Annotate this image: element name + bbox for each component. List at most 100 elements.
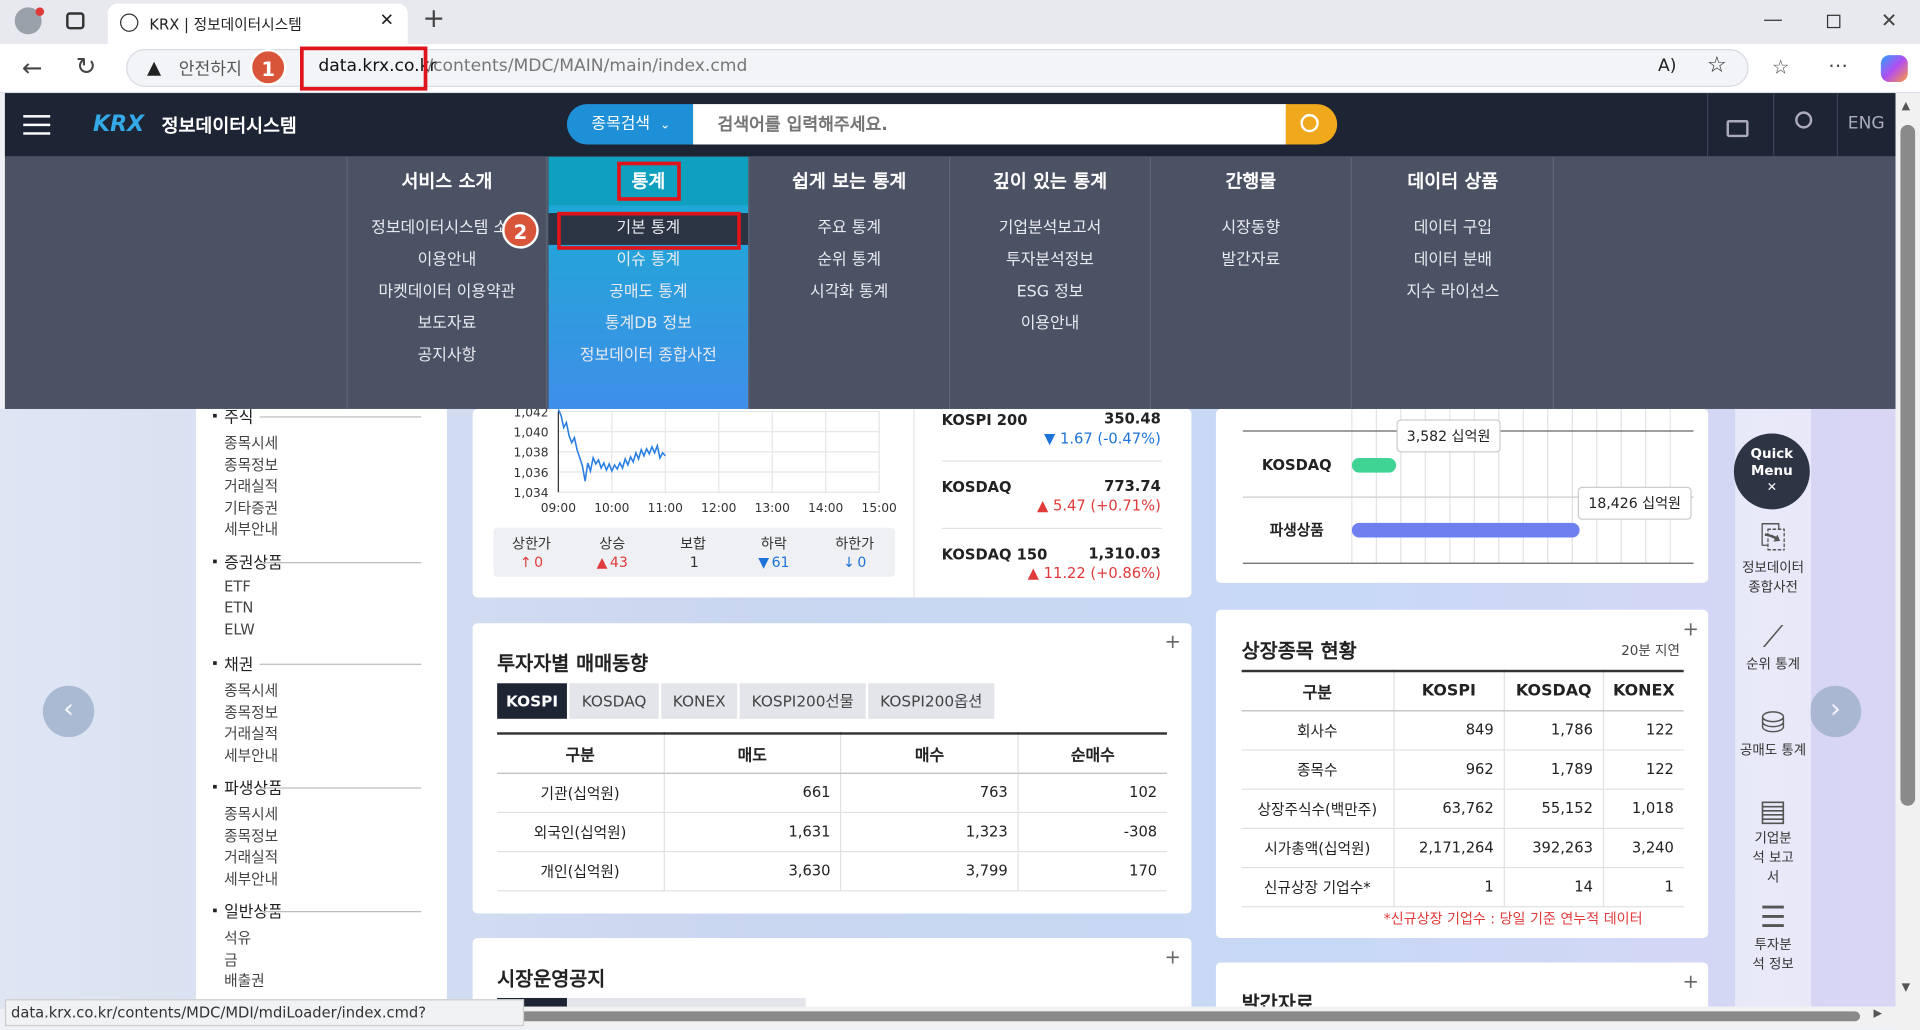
- gnb-item-usage-guide[interactable]: 이용안내: [348, 245, 546, 277]
- tab-actions-icon[interactable]: [66, 12, 85, 30]
- gnb-item-key-stats[interactable]: 주요 통계: [749, 213, 949, 245]
- left-menu-item[interactable]: 거래실적: [224, 475, 278, 496]
- scroll-right-icon[interactable]: ▶: [1873, 1008, 1881, 1020]
- gnb-item-deep-guide[interactable]: 이용안내: [950, 309, 1150, 341]
- gnb-item-data-purchase[interactable]: 데이터 구입: [1353, 213, 1553, 245]
- scroll-up-icon[interactable]: ▲: [1902, 100, 1910, 112]
- left-menu-item[interactable]: 배출권: [224, 970, 265, 991]
- search-input[interactable]: [693, 104, 1287, 145]
- more-menu-icon[interactable]: ⋯: [1828, 54, 1848, 78]
- cell: 1: [1603, 866, 1684, 907]
- copilot-icon[interactable]: [1880, 55, 1908, 83]
- next-slide-button[interactable]: ›: [1809, 685, 1862, 738]
- user-add-icon[interactable]: [1795, 111, 1813, 129]
- search-type-select[interactable]: 종목검색 ⌄: [566, 104, 694, 145]
- gnb-item-statdb[interactable]: 통계DB 정보: [549, 309, 749, 341]
- index-value: 1,310.03: [1088, 544, 1161, 563]
- cell: 55,152: [1504, 788, 1604, 829]
- left-menu-item[interactable]: 거래실적: [224, 846, 278, 867]
- scroll-thumb[interactable]: [1900, 124, 1916, 806]
- investor-table: 구분 매도 매수 순매수 기관(십억원) 661 763 102 외국인(십억원…: [497, 732, 1167, 891]
- tab-kospi200-options[interactable]: KOSPI200옵션: [868, 683, 995, 719]
- left-menu-item[interactable]: ELW: [224, 620, 255, 637]
- gnb-item-terms[interactable]: 마켓데이터 이용약관: [348, 277, 546, 309]
- gnb-col-pubs: 간행물 시장동향 발간자료: [1151, 156, 1352, 409]
- left-menu-category[interactable]: 채권: [224, 651, 253, 674]
- gnb-item-company-report[interactable]: 기업분석보고서: [950, 213, 1150, 245]
- vertical-scrollbar[interactable]: ▲ ▼: [1895, 93, 1920, 1030]
- updown-count: 0: [534, 553, 544, 571]
- krx-logo[interactable]: KRX: [93, 111, 144, 137]
- left-menu-item[interactable]: 금: [224, 948, 238, 969]
- category-divider: [259, 561, 422, 563]
- cart-lock-icon[interactable]: [1726, 120, 1749, 138]
- index-name[interactable]: KOSDAQ: [942, 479, 1012, 496]
- back-icon[interactable]: ←: [22, 55, 43, 79]
- quick-menu-button[interactable]: Quick Menu ✕: [1733, 433, 1810, 510]
- gnb-item-short-selling[interactable]: 공매도 통계: [549, 277, 749, 309]
- left-menu-category[interactable]: 주식: [224, 404, 253, 427]
- left-menu-item[interactable]: 종목정보: [224, 701, 278, 722]
- left-menu-item[interactable]: 석유: [224, 927, 251, 948]
- scroll-down-icon[interactable]: ▼: [1902, 982, 1910, 994]
- tab-kospi[interactable]: KOSPI: [497, 683, 567, 719]
- tab-kospi200-futures[interactable]: KOSPI200선물: [739, 683, 866, 719]
- left-menu-item[interactable]: 세부안내: [224, 744, 278, 765]
- favorite-star-icon[interactable]: ☆: [1707, 53, 1727, 79]
- left-menu-item[interactable]: 종목정보: [224, 825, 278, 846]
- read-aloud-icon[interactable]: A): [1658, 56, 1676, 76]
- quick-item-company-report[interactable]: ▤ 기업분석 보고서: [1736, 793, 1809, 886]
- minimize-icon[interactable]: —: [1763, 7, 1783, 31]
- investor-more-button[interactable]: +: [1164, 629, 1180, 652]
- left-menu-item[interactable]: ETF: [224, 577, 251, 594]
- gnb-item-invest-info[interactable]: 투자분석정보: [950, 245, 1150, 277]
- gnb-head-pubs[interactable]: 간행물: [1151, 157, 1351, 206]
- left-menu-item[interactable]: 기타증권: [224, 497, 278, 518]
- left-menu-item[interactable]: 종목시세: [224, 680, 278, 701]
- gnb-item-data-distribution[interactable]: 데이터 분배: [1353, 245, 1553, 277]
- left-menu-item[interactable]: 종목정보: [224, 454, 278, 475]
- restore-icon[interactable]: [1826, 14, 1841, 29]
- gnb-head-service[interactable]: 서비스 소개: [348, 157, 546, 206]
- row-label: 회사수: [1241, 710, 1395, 751]
- prev-slide-button[interactable]: ‹: [42, 685, 95, 738]
- gnb-item-market-trend[interactable]: 시장동향: [1151, 213, 1351, 245]
- site-name[interactable]: 정보데이터시스템: [162, 113, 297, 139]
- gnb-item-dictionary[interactable]: 정보데이터 종합사전: [549, 340, 749, 372]
- gnb-item-index-license[interactable]: 지수 라이선스: [1353, 277, 1553, 309]
- publications-more-button[interactable]: +: [1682, 970, 1698, 993]
- gnb-head-deep[interactable]: 깊이 있는 통계: [950, 157, 1150, 206]
- quick-item-dictionary[interactable]: ⎘ 정보데이터 종합사전: [1736, 519, 1809, 596]
- left-menu-item[interactable]: 종목시세: [224, 432, 278, 453]
- listing-more-button[interactable]: +: [1682, 617, 1698, 640]
- left-menu-item[interactable]: ETN: [224, 599, 253, 616]
- left-menu-item[interactable]: 세부안내: [224, 518, 278, 539]
- cell: 661: [663, 772, 842, 813]
- gnb-head-easy[interactable]: 쉽게 보는 통계: [749, 157, 949, 206]
- quick-item-rank[interactable]: ⟋ 순위 통계: [1736, 620, 1809, 674]
- tab-kosdaq[interactable]: KOSDAQ: [569, 683, 659, 719]
- left-menu-item[interactable]: 세부안내: [224, 868, 278, 889]
- new-tab-icon[interactable]: +: [422, 6, 445, 33]
- gnb-head-data[interactable]: 데이터 상품: [1353, 157, 1553, 206]
- gnb-item-notices[interactable]: 공지사항: [348, 340, 546, 372]
- gnb-item-visual-stats[interactable]: 시각화 통계: [749, 277, 949, 309]
- search-button[interactable]: [1285, 104, 1338, 145]
- favorites-icon[interactable]: ☆: [1772, 55, 1790, 79]
- refresh-icon[interactable]: ↻: [76, 54, 97, 78]
- hamburger-menu-icon[interactable]: [23, 115, 51, 135]
- quick-item-short-selling[interactable]: ⛁ 공매도 통계: [1736, 705, 1809, 759]
- close-tab-icon[interactable]: ✕: [380, 11, 394, 31]
- gnb-item-esg[interactable]: ESG 정보: [950, 277, 1150, 309]
- gnb-item-publications[interactable]: 발간자료: [1151, 245, 1351, 277]
- market-notice-more-button[interactable]: +: [1164, 945, 1180, 968]
- gnb-item-press[interactable]: 보도자료: [348, 309, 546, 341]
- left-menu-item[interactable]: 거래실적: [224, 722, 278, 743]
- language-toggle[interactable]: ENG: [1848, 114, 1885, 134]
- gnb-item-rank-stats[interactable]: 순위 통계: [749, 245, 949, 277]
- quick-item-invest-info[interactable]: ☰ 투자분석 정보: [1736, 900, 1809, 973]
- tab-konex[interactable]: KONEX: [661, 683, 738, 719]
- left-menu-item[interactable]: 종목시세: [224, 803, 278, 824]
- active-tab[interactable]: KRX | 정보데이터시스템 ✕: [107, 3, 408, 45]
- close-window-icon[interactable]: ✕: [1881, 9, 1897, 33]
